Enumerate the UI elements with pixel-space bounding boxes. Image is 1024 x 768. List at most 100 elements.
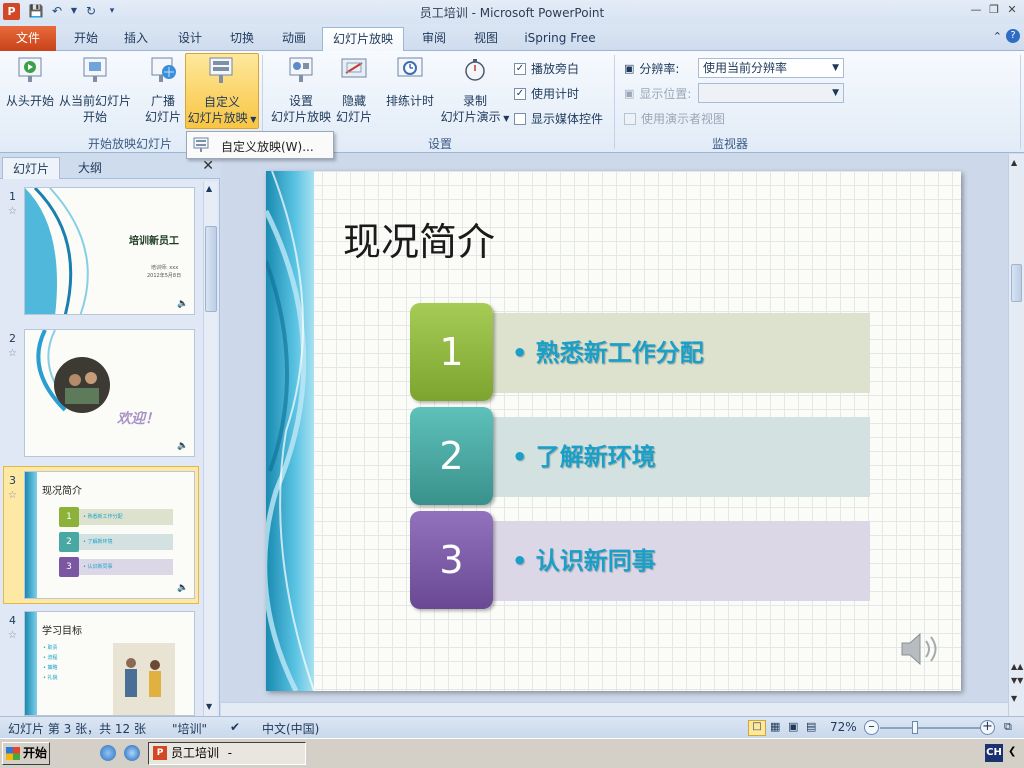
play-narrations-checkbox[interactable]: ✓ 播放旁白: [514, 60, 579, 77]
taskbar-powerpoint-window[interactable]: P 员工培训 - Microsof...: [148, 742, 306, 768]
close-icon[interactable]: ✕: [1004, 2, 1020, 18]
broadcast-label-1: 广播: [150, 94, 175, 108]
scroll-down-icon[interactable]: ▼: [206, 702, 212, 711]
resolution-label-row: ▣ 分辨率:: [624, 60, 679, 77]
show-on-dropdown[interactable]: ▼: [698, 83, 844, 103]
rehearse-timings-button[interactable]: 排练计时: [382, 55, 438, 109]
tab-animations[interactable]: 动画: [274, 27, 314, 51]
slide-thumbnail-4[interactable]: 学习目标 • 职责 • 流程 • 策略 • 礼貌: [24, 611, 195, 716]
zoom-out-icon[interactable]: –: [864, 720, 879, 735]
scrollbar-thumb[interactable]: [205, 226, 217, 312]
record-slideshow-button[interactable]: 录制 幻灯片演示 ▼: [440, 55, 510, 127]
current-slide[interactable]: 现况简介 • 熟悉新工作分配 1 • 了解新环境 2 • 认识新同事 3: [266, 171, 961, 691]
slideshow-view-icon[interactable]: ▤: [806, 720, 816, 733]
chevron-down-icon: ▼: [500, 114, 510, 123]
slide-thumbnail-3[interactable]: 现况简介 1 • 熟悉新工作分配 2 • 了解新环境 3 • 认识新同事 🔈: [24, 471, 195, 599]
tab-outline[interactable]: 大纲: [62, 157, 118, 179]
reading-view-icon[interactable]: ▣: [788, 720, 798, 733]
setup-slideshow-button[interactable]: 设置 幻灯片放映: [270, 55, 332, 125]
slide-thumbnail-1[interactable]: 培训新员工 培训师: xxx 2012年5月8日 🔈: [24, 187, 195, 315]
group-label-monitors: 监视器: [711, 137, 748, 151]
show-media-controls-checkbox[interactable]: 显示媒体控件: [514, 110, 603, 127]
thumb3-num-1: 1: [59, 507, 79, 527]
windows-logo-icon: [6, 747, 20, 760]
custom-slideshow-button[interactable]: 自定义 幻灯片放映 ▼: [185, 53, 259, 129]
slideshow-current-icon: [83, 57, 107, 82]
use-timings-label: 使用计时: [531, 87, 580, 101]
hide-slide-button[interactable]: 隐藏 幻灯片: [334, 55, 374, 125]
thumb3-item-1: • 熟悉新工作分配: [79, 509, 173, 525]
speaker-icon: 🔈: [177, 299, 189, 309]
tab-file[interactable]: 文件: [0, 26, 56, 51]
powerpoint-icon: P: [153, 746, 167, 760]
resolution-dropdown[interactable]: 使用当前分辨率 ▼: [698, 58, 844, 78]
start-label: 开始: [23, 746, 48, 760]
title-bar: P 💾 ↶ ▼ ↻ ▾ 员工培训 - Microsoft PowerPoint …: [0, 0, 1024, 24]
row-text-1[interactable]: • 熟悉新工作分配: [490, 313, 870, 393]
custom-shows-menu-item[interactable]: 自定义放映(W)...: [221, 138, 314, 155]
broadcast-slideshow-button[interactable]: 广播 幻灯片: [142, 55, 184, 125]
row-number-1[interactable]: 1: [410, 303, 493, 401]
tab-home[interactable]: 开始: [66, 27, 106, 51]
slides-panel-scrollbar[interactable]: ▲ ▼: [203, 182, 217, 716]
thumb3-item-2: • 了解新环境: [79, 534, 173, 550]
tray-expand-icon[interactable]: ❮: [1008, 746, 1016, 757]
next-slide-icon[interactable]: ▼▼: [1011, 676, 1023, 685]
close-panel-icon[interactable]: ✕: [202, 158, 214, 174]
tab-view[interactable]: 视图: [466, 27, 506, 51]
zoom-level[interactable]: 72%: [830, 720, 857, 734]
tab-insert[interactable]: 插入: [116, 27, 156, 51]
tab-transitions[interactable]: 切换: [222, 27, 262, 51]
normal-view-icon[interactable]: □: [748, 720, 766, 736]
use-timings-checkbox[interactable]: ✓ 使用计时: [514, 85, 579, 102]
slide-title[interactable]: 现况简介: [343, 211, 495, 266]
show-desktop-icon[interactable]: [100, 745, 116, 761]
theme-name-status[interactable]: "培训": [172, 720, 207, 737]
minimize-ribbon-icon[interactable]: ⌃: [993, 30, 1002, 43]
speaker-icon[interactable]: [898, 629, 944, 669]
minimize-icon[interactable]: —: [968, 2, 984, 18]
scroll-up-icon[interactable]: ▲: [206, 184, 212, 193]
fit-to-window-icon[interactable]: ⧉: [1004, 720, 1012, 734]
ribbon: 从头开始 从当前幻灯片 开始 广播 幻灯片 自定义 幻灯片放映 ▼ 开始放映幻灯…: [0, 51, 1024, 153]
input-method-indicator[interactable]: CH: [985, 744, 1003, 762]
slide-sorter-icon[interactable]: ▦: [770, 720, 780, 733]
hide-slide-label-2: 幻灯片: [335, 110, 372, 124]
row-text-3[interactable]: • 认识新同事: [490, 521, 870, 601]
hide-slide-label-1: 隐藏: [341, 94, 366, 108]
help-icon[interactable]: ?: [1006, 29, 1020, 43]
slide-editing-area: 现况简介 • 熟悉新工作分配 1 • 了解新环境 2 • 认识新同事 3: [221, 154, 1008, 716]
row-number-2[interactable]: 2: [410, 407, 493, 505]
scrollbar-thumb[interactable]: [1011, 264, 1022, 302]
speaker-icon: 🔈: [177, 583, 189, 593]
internet-explorer-icon[interactable]: [124, 745, 140, 761]
from-beginning-button[interactable]: 从头开始: [4, 55, 56, 109]
tab-slides[interactable]: 幻灯片: [2, 157, 60, 179]
tab-slide-show[interactable]: 幻灯片放映: [322, 27, 404, 51]
restore-icon[interactable]: ❐: [986, 2, 1002, 18]
spellcheck-icon[interactable]: ✔: [230, 720, 240, 734]
scroll-down-icon[interactable]: ▼: [1011, 694, 1017, 703]
rehearse-timings-icon: [397, 57, 423, 77]
presenter-view-checkbox[interactable]: 使用演示者视图: [624, 110, 725, 127]
row-number-3[interactable]: 3: [410, 511, 493, 609]
language-status[interactable]: 中文(中国): [262, 720, 319, 737]
tab-review[interactable]: 审阅: [414, 27, 454, 51]
slide-count-status: 幻灯片 第 3 张，共 12 张: [8, 722, 146, 736]
tab-design[interactable]: 设计: [170, 27, 210, 51]
start-button[interactable]: 开始: [2, 742, 50, 765]
from-current-slide-button[interactable]: 从当前幻灯片 开始: [58, 55, 132, 125]
zoom-in-icon[interactable]: +: [980, 720, 995, 735]
chevron-down-icon: ▼: [247, 115, 257, 124]
zoom-slider[interactable]: [880, 727, 980, 729]
slide-thumbnail-2[interactable]: 欢迎！ 🔈: [24, 329, 195, 457]
status-bar: 幻灯片 第 3 张，共 12 张 "培训" ✔ 中文(中国) □ ▦ ▣ ▤ 7…: [0, 716, 1024, 738]
slide-horizontal-scrollbar[interactable]: [221, 702, 1008, 716]
previous-slide-icon[interactable]: ▲▲: [1011, 662, 1023, 671]
scroll-up-icon[interactable]: ▲: [1011, 158, 1017, 167]
slide-vertical-scrollbar[interactable]: ▲ ▲▲ ▼▼ ▼: [1008, 154, 1024, 716]
tab-ispring[interactable]: iSpring Free: [520, 27, 600, 51]
wave-decoration: [266, 171, 315, 691]
zoom-slider-knob[interactable]: [912, 721, 918, 734]
row-text-2[interactable]: • 了解新环境: [490, 417, 870, 497]
